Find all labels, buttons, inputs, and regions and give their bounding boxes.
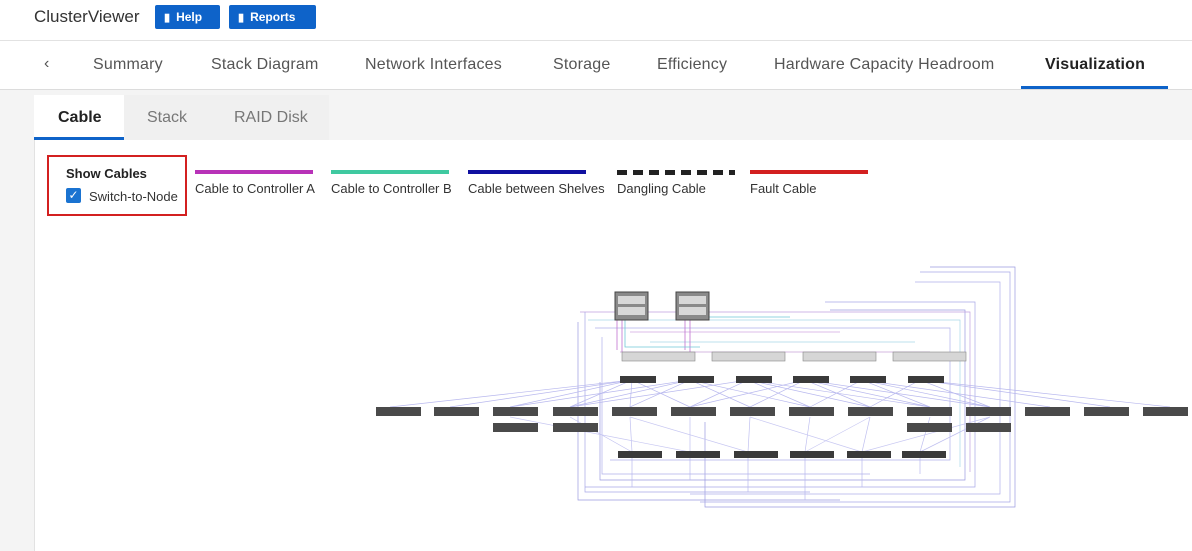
sub-tab-cable[interactable]: Cable — [58, 109, 102, 127]
sub-tab-stack[interactable]: Stack — [147, 109, 187, 127]
app-title: ClusterViewer — [34, 7, 140, 26]
legend-label-fault: Fault Cable — [750, 181, 817, 196]
tab-storage[interactable]: Storage — [553, 56, 610, 74]
show-cables-title: Show Cables — [66, 166, 147, 181]
tab-summary[interactable]: Summary — [93, 56, 163, 74]
tab-stack-diagram[interactable]: Stack Diagram — [211, 56, 319, 74]
legend-line-dangling — [617, 170, 735, 175]
active-tab-indicator — [1021, 86, 1168, 89]
app-header: ClusterViewer ▮ Help ▮ Reports — [0, 0, 1192, 41]
sub-tab-raid-disk[interactable]: RAID Disk — [234, 109, 308, 127]
legend-line-controller-a — [195, 170, 313, 174]
main-tabs: ‹ Summary Stack Diagram Network Interfac… — [0, 41, 1192, 90]
controller-nodes — [614, 291, 710, 321]
tab-network-interfaces[interactable]: Network Interfaces — [365, 56, 502, 74]
legend-line-fault — [750, 170, 868, 174]
chevron-left-icon[interactable]: ‹ — [44, 55, 49, 73]
tab-hardware-capacity-headroom[interactable]: Hardware Capacity Headroom — [774, 56, 994, 74]
legend-label-between-shelves: Cable between Shelves — [468, 181, 605, 196]
tab-visualization[interactable]: Visualization — [1045, 56, 1145, 74]
reports-button[interactable]: ▮ Reports — [229, 5, 316, 29]
bar-chart-icon: ▮ — [238, 11, 245, 24]
help-button[interactable]: ▮ Help — [155, 5, 220, 29]
legend-line-controller-b — [331, 170, 449, 174]
tab-efficiency[interactable]: Efficiency — [657, 56, 727, 74]
help-button-label: Help — [176, 10, 203, 24]
sub-tabs: Cable Stack RAID Disk — [34, 95, 329, 140]
cable-diagram[interactable] — [370, 262, 1190, 522]
legend-label-controller-a: Cable to Controller A — [195, 181, 315, 196]
legend-label-controller-b: Cable to Controller B — [331, 181, 452, 196]
legend-label-dangling: Dangling Cable — [617, 181, 706, 196]
switch-to-node-checkbox[interactable]: ✓ — [66, 188, 81, 203]
legend-line-between-shelves — [468, 170, 586, 174]
switch-to-node-label[interactable]: Switch-to-Node — [89, 189, 178, 204]
reports-button-label: Reports — [250, 10, 296, 24]
show-cables-box — [47, 155, 187, 216]
book-icon: ▮ — [164, 11, 171, 24]
